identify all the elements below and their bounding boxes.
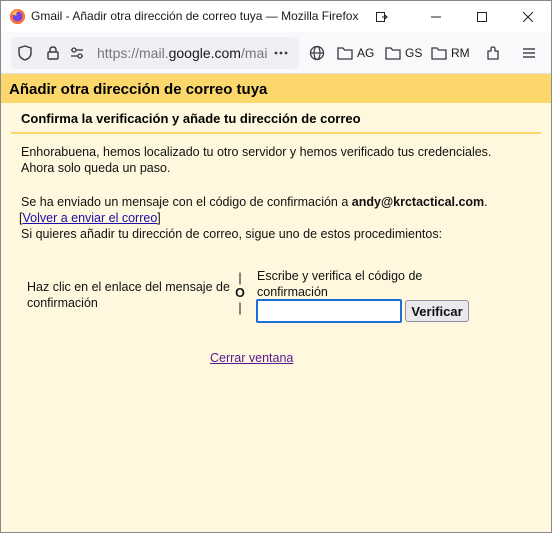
resend-email-link[interactable]: Volver a enviar el correo bbox=[22, 211, 157, 225]
more-options-icon[interactable] bbox=[271, 43, 291, 63]
firefox-icon bbox=[9, 8, 26, 25]
page-title: Añadir otra dirección de correo tuya bbox=[9, 81, 268, 98]
bookmark-ag[interactable]: AG bbox=[337, 43, 374, 63]
hamburger-menu-icon[interactable] bbox=[519, 43, 539, 63]
browser-window: Gmail - Añadir otra dirección de correo … bbox=[0, 0, 552, 533]
page-content: Añadir otra dirección de correo tuya Con… bbox=[1, 74, 551, 532]
window-title: Gmail - Añadir otra dirección de correo … bbox=[31, 9, 359, 23]
confirmation-code-input[interactable] bbox=[256, 299, 402, 323]
picture-in-picture-button[interactable] bbox=[367, 1, 397, 32]
bookmark-label: RM bbox=[451, 46, 470, 60]
maximize-icon bbox=[477, 11, 487, 22]
navigation-bar: https://mail.google.com/mai AG GS RM bbox=[1, 32, 551, 74]
options-intro: Si quieres añadir tu dirección de correo… bbox=[21, 227, 443, 241]
open-external-icon bbox=[376, 11, 388, 22]
bookmark-label: AG bbox=[357, 46, 375, 60]
email-address: andy@krctactical.com bbox=[351, 195, 485, 209]
bookmark-gs[interactable]: GS bbox=[385, 43, 422, 63]
minimize-button[interactable] bbox=[413, 1, 459, 32]
bookmark-rm[interactable]: RM bbox=[431, 43, 470, 63]
close-window-link[interactable]: Cerrar ventana bbox=[210, 351, 293, 365]
bookmark-label: GS bbox=[405, 46, 423, 60]
extensions-icon[interactable] bbox=[483, 43, 503, 63]
option-enter-code: Escribe y verifica el código de confirma… bbox=[257, 269, 423, 299]
congrats-message: Enhorabuena, hemos localizado tu otro se… bbox=[21, 145, 492, 175]
header-bar: Añadir otra dirección de correo tuya bbox=[1, 74, 551, 103]
folder-icon bbox=[385, 47, 401, 60]
option-click-link: Haz clic en el enlace del mensaje de con… bbox=[27, 280, 230, 310]
globe-icon[interactable] bbox=[307, 43, 327, 63]
minimize-icon bbox=[431, 16, 441, 17]
close-icon bbox=[523, 11, 533, 22]
permissions-icon[interactable] bbox=[67, 43, 87, 63]
lock-icon[interactable] bbox=[43, 43, 63, 63]
or-divider: | O | bbox=[235, 271, 245, 315]
verify-button[interactable]: Verificar bbox=[405, 300, 469, 322]
close-window-button[interactable] bbox=[505, 1, 551, 32]
maximize-button[interactable] bbox=[459, 1, 505, 32]
confirmation-message: Se ha enviado un mensaje con el código d… bbox=[19, 194, 546, 242]
folder-icon bbox=[337, 47, 353, 60]
shield-icon[interactable] bbox=[15, 43, 35, 63]
title-bar: Gmail - Añadir otra dirección de correo … bbox=[1, 1, 551, 32]
folder-icon bbox=[431, 47, 447, 60]
url-text[interactable]: https://mail.google.com/mai bbox=[97, 45, 267, 61]
divider bbox=[11, 132, 541, 134]
section-heading: Confirma la verificación y añade tu dire… bbox=[21, 111, 361, 126]
url-bar[interactable]: https://mail.google.com/mai bbox=[11, 37, 299, 69]
